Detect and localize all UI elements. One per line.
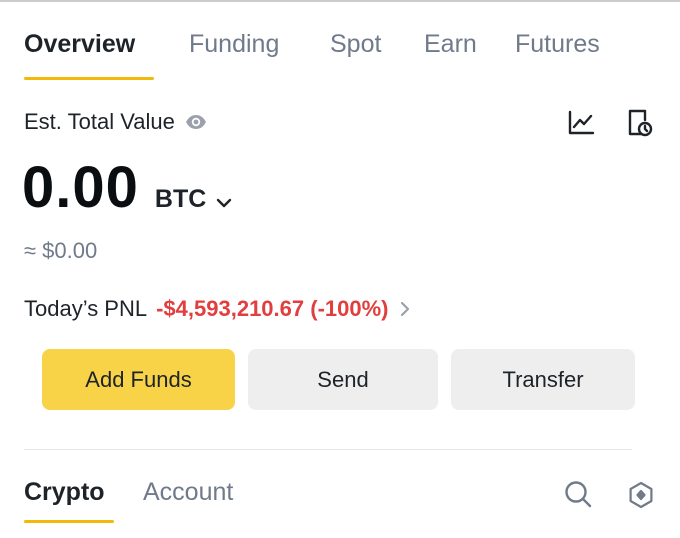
tab-account[interactable]: Account — [143, 478, 233, 507]
active-bottom-tab-indicator — [24, 520, 114, 523]
search-icon[interactable] — [563, 479, 593, 509]
est-total-value-row: Est. Total Value — [24, 109, 207, 135]
active-tab-indicator — [24, 77, 154, 80]
tab-funding[interactable]: Funding — [189, 30, 279, 59]
pnl-value: -$4,593,210.67 (-100%) — [156, 296, 389, 321]
chevron-right-icon — [400, 301, 410, 317]
chevron-down-icon — [216, 195, 232, 207]
eye-icon[interactable] — [185, 114, 207, 130]
balance-unit: BTC — [154, 185, 207, 213]
fiat-value: ≈ $0.00 — [24, 238, 98, 263]
todays-pnl-row[interactable]: Today’s PNL -$4,593,210.67 (-100%) — [24, 296, 410, 322]
hexagon-settings-icon[interactable] — [626, 480, 656, 510]
transfer-button[interactable]: Transfer — [451, 349, 635, 410]
tab-crypto[interactable]: Crypto — [24, 478, 105, 507]
tab-earn[interactable]: Earn — [424, 30, 477, 59]
top-edge-line — [0, 0, 680, 2]
unit-selector[interactable]: BTC — [155, 185, 232, 214]
section-divider — [24, 449, 632, 450]
tab-spot[interactable]: Spot — [330, 30, 381, 59]
document-clock-icon[interactable] — [624, 107, 654, 139]
send-button[interactable]: Send — [248, 349, 438, 410]
pnl-label: Today’s PNL — [24, 296, 148, 321]
tab-futures[interactable]: Futures — [515, 30, 600, 59]
balance-value: 0.00 — [22, 155, 139, 220]
add-funds-button[interactable]: Add Funds — [42, 349, 235, 410]
balance-row: 0.00 BTC — [22, 154, 232, 221]
tab-overview[interactable]: Overview — [24, 30, 135, 59]
est-total-value-label: Est. Total Value — [24, 109, 175, 134]
line-chart-icon[interactable] — [566, 108, 596, 138]
